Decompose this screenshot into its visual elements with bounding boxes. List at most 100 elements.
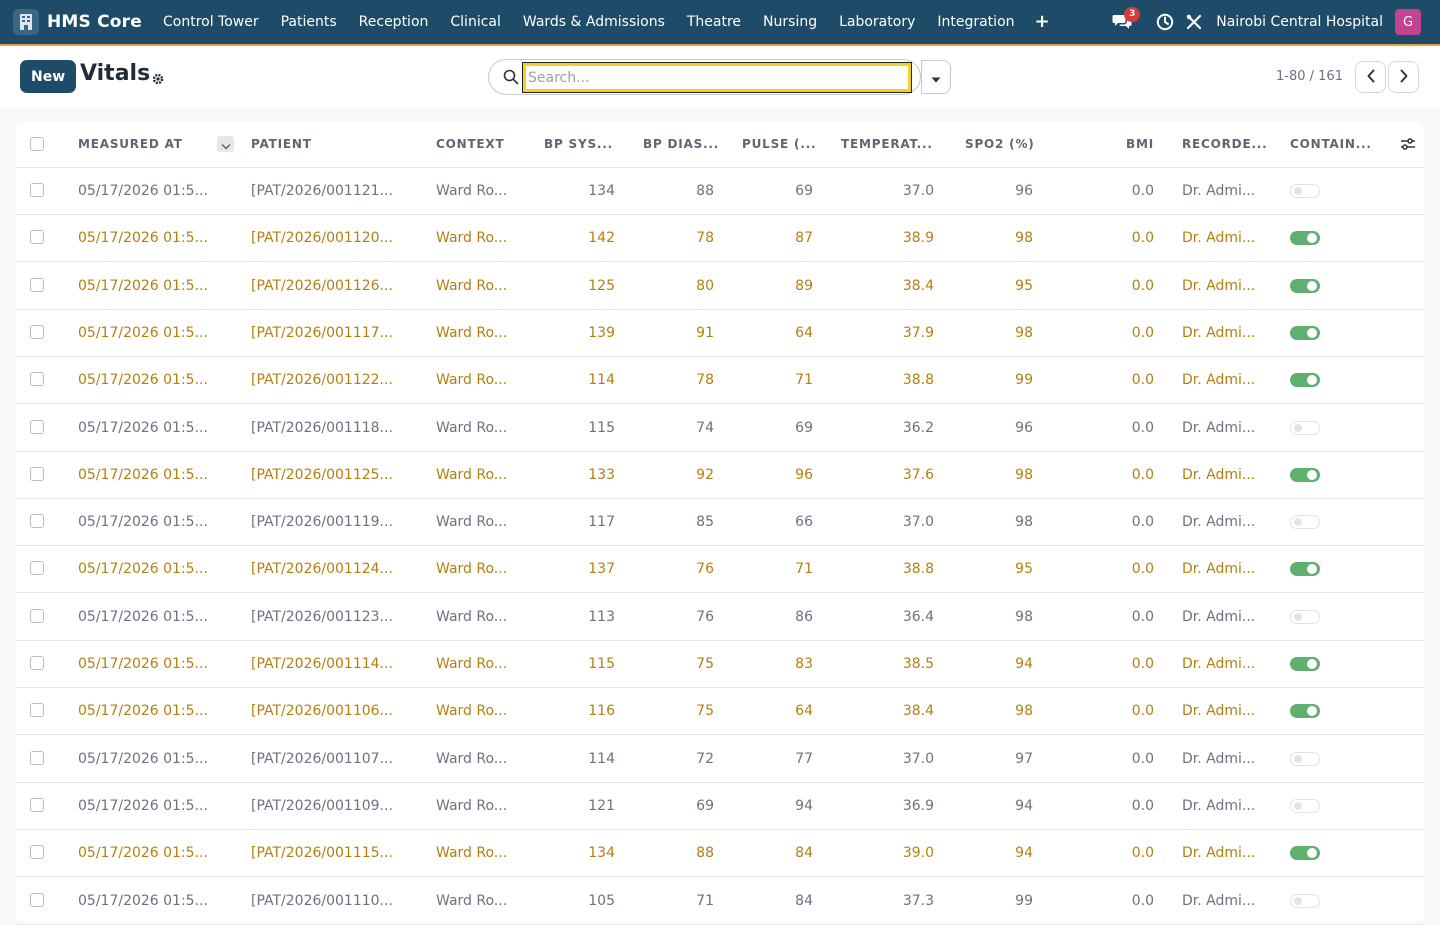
- cell-bp-dias: 76: [696, 608, 714, 625]
- contained-toggle[interactable]: [1290, 562, 1320, 577]
- contained-toggle[interactable]: [1290, 467, 1320, 482]
- cell-bmi: 0.0: [1131, 372, 1154, 389]
- pager-next-button[interactable]: [1388, 61, 1419, 93]
- row-checkbox[interactable]: [30, 230, 44, 245]
- search-options-toggle[interactable]: [921, 60, 951, 94]
- cell-spo2: 97: [1015, 750, 1033, 767]
- table-row[interactable]: 05/17/2026 01:5... [PAT/2026/001120... War…: [16, 215, 1424, 263]
- row-checkbox[interactable]: [30, 466, 44, 481]
- contained-toggle[interactable]: [1290, 609, 1320, 624]
- row-checkbox[interactable]: [30, 561, 44, 576]
- column-temperature[interactable]: TEMPERAT...: [841, 137, 933, 151]
- contained-toggle[interactable]: [1290, 231, 1320, 246]
- table-row[interactable]: 05/17/2026 01:5... [PAT/2026/001125... War…: [16, 452, 1424, 499]
- contained-toggle[interactable]: [1290, 325, 1320, 340]
- row-checkbox[interactable]: [30, 845, 44, 860]
- contained-toggle[interactable]: [1290, 893, 1320, 908]
- hospital-selector[interactable]: Nairobi Central Hospital: [1216, 14, 1383, 30]
- contained-toggle[interactable]: [1290, 420, 1320, 435]
- table-row[interactable]: 05/17/2026 01:5... [PAT/2026/001121... War…: [16, 168, 1424, 215]
- row-checkbox[interactable]: [30, 419, 44, 434]
- nav-integration[interactable]: Integration: [937, 14, 1014, 30]
- column-spo2[interactable]: SPO2 (%): [965, 137, 1035, 151]
- cell-measured-at: 05/17/2026 01:5...: [78, 324, 208, 341]
- table-row[interactable]: 05/17/2026 01:5... [PAT/2026/001119... War…: [16, 499, 1424, 547]
- column-pulse[interactable]: PULSE (...: [742, 137, 816, 151]
- table-row[interactable]: 05/17/2026 01:5... [PAT/2026/001110... War…: [16, 878, 1424, 925]
- sort-toggle[interactable]: [217, 136, 234, 152]
- column-contained[interactable]: CONTAIN...: [1290, 137, 1372, 151]
- row-checkbox[interactable]: [30, 324, 44, 339]
- table-row[interactable]: 05/17/2026 01:5... [PAT/2026/001107... War…: [16, 736, 1424, 783]
- row-checkbox[interactable]: [30, 750, 44, 765]
- row-checkbox[interactable]: [30, 277, 44, 292]
- row-checkbox[interactable]: [30, 656, 44, 670]
- chevron-left-icon: [1366, 68, 1376, 87]
- contained-toggle[interactable]: [1290, 704, 1320, 719]
- nav-reception[interactable]: Reception: [359, 14, 429, 30]
- column-patient[interactable]: PATIENT: [251, 137, 312, 151]
- table-row[interactable]: 05/17/2026 01:5... [PAT/2026/001123... War…: [16, 594, 1424, 641]
- nav-laboratory[interactable]: Laboratory: [839, 14, 915, 30]
- chat-icon[interactable]: 3: [1112, 7, 1141, 31]
- contained-toggle[interactable]: [1290, 846, 1320, 861]
- row-checkbox[interactable]: [30, 703, 44, 718]
- column-bmi[interactable]: BMI: [1126, 137, 1154, 151]
- clock-icon[interactable]: [1156, 13, 1174, 31]
- cell-recorder: Dr. Admi...: [1182, 324, 1256, 341]
- column-context[interactable]: CONTEXT: [436, 137, 504, 151]
- cell-temperature: 38.8: [902, 372, 934, 389]
- cell-spo2: 94: [1015, 797, 1033, 814]
- search-input[interactable]: [522, 62, 912, 93]
- gear-icon[interactable]: [152, 70, 164, 89]
- column-bp-sys[interactable]: BP SYS...: [544, 137, 613, 151]
- select-all-checkbox[interactable]: [30, 137, 44, 151]
- new-button[interactable]: New: [20, 60, 77, 93]
- cell-bp-sys: 114: [588, 372, 615, 389]
- nav-control-tower[interactable]: Control Tower: [163, 14, 259, 30]
- cell-measured-at: 05/17/2026 01:5...: [78, 277, 208, 294]
- nav-theatre[interactable]: Theatre: [687, 14, 741, 30]
- table-row[interactable]: 05/17/2026 01:5... [PAT/2026/001117... War…: [16, 310, 1424, 357]
- table-row[interactable]: 05/17/2026 01:5... [PAT/2026/001114... War…: [16, 641, 1424, 688]
- contained-toggle[interactable]: [1290, 515, 1320, 530]
- row-checkbox[interactable]: [30, 608, 44, 623]
- pager-previous-button[interactable]: [1355, 61, 1386, 93]
- cell-pulse: 96: [795, 466, 813, 483]
- plus-icon[interactable]: +: [1035, 13, 1050, 31]
- column-measured-at[interactable]: MEASURED AT: [78, 137, 183, 151]
- cell-bmi: 0.0: [1131, 845, 1154, 862]
- row-checkbox[interactable]: [30, 514, 44, 529]
- tools-icon[interactable]: [1186, 14, 1202, 30]
- contained-toggle[interactable]: [1290, 373, 1320, 388]
- nav-nursing[interactable]: Nursing: [763, 14, 817, 30]
- cell-patient: [PAT/2026/001126...: [251, 277, 393, 294]
- contained-toggle[interactable]: [1290, 278, 1320, 293]
- contained-toggle[interactable]: [1290, 751, 1320, 766]
- nav-patients[interactable]: Patients: [281, 14, 337, 30]
- table-row[interactable]: 05/17/2026 01:5... [PAT/2026/001115... War…: [16, 830, 1424, 878]
- contained-toggle[interactable]: [1290, 657, 1320, 671]
- nav-wards-admissions[interactable]: Wards & Admissions: [523, 14, 665, 30]
- cell-patient: [PAT/2026/001115...: [251, 845, 393, 862]
- nav-clinical[interactable]: Clinical: [450, 14, 500, 30]
- user-avatar[interactable]: G: [1395, 9, 1421, 35]
- row-checkbox[interactable]: [30, 183, 44, 197]
- table-row[interactable]: 05/17/2026 01:5... [PAT/2026/001122... War…: [16, 357, 1424, 405]
- column-recorder[interactable]: RECORDE...: [1182, 137, 1268, 151]
- contained-toggle[interactable]: [1290, 798, 1320, 813]
- contained-toggle[interactable]: [1290, 184, 1320, 198]
- table-row[interactable]: 05/17/2026 01:5... [PAT/2026/001126... War…: [16, 263, 1424, 310]
- cell-bp-dias: 92: [696, 466, 714, 483]
- table-row[interactable]: 05/17/2026 01:5... [PAT/2026/001109... War…: [16, 783, 1424, 830]
- table-row[interactable]: 05/17/2026 01:5... [PAT/2026/001106... War…: [16, 688, 1424, 736]
- cell-recorder: Dr. Admi...: [1182, 419, 1256, 436]
- row-checkbox[interactable]: [30, 797, 44, 812]
- cell-bmi: 0.0: [1131, 419, 1154, 436]
- table-row[interactable]: 05/17/2026 01:5... [PAT/2026/001124... War…: [16, 546, 1424, 594]
- column-bp-dias[interactable]: BP DIAS...: [643, 137, 719, 151]
- column-settings-icon[interactable]: [1400, 136, 1416, 155]
- row-checkbox[interactable]: [30, 372, 44, 387]
- table-row[interactable]: 05/17/2026 01:5... [PAT/2026/001118... War…: [16, 405, 1424, 452]
- brand[interactable]: HMS Core: [13, 9, 142, 35]
